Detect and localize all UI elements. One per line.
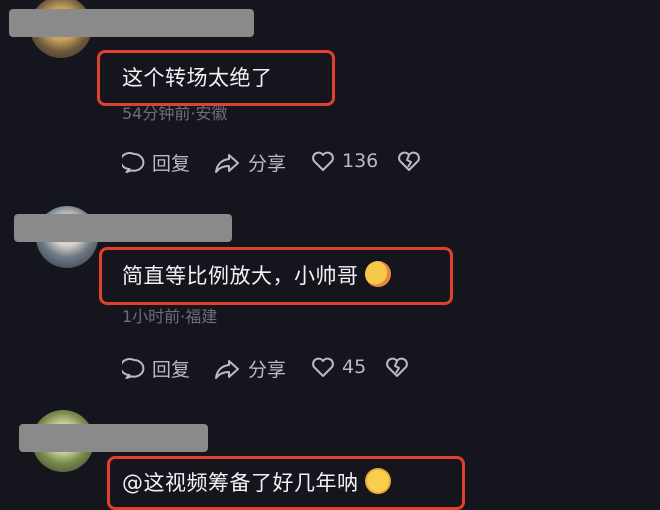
username-redacted <box>14 214 232 242</box>
username-redacted <box>19 424 208 452</box>
reply-button[interactable]: 回复 <box>122 355 190 382</box>
comment-text-content: 简直等比例放大，小帅哥 <box>122 264 359 288</box>
reply-icon <box>122 357 145 379</box>
dislike-button[interactable] <box>396 149 428 173</box>
broken-heart-icon <box>398 151 420 171</box>
comment-meta: 1小时前·福建 <box>122 307 218 326</box>
share-label: 分享 <box>248 153 287 175</box>
hug-face-emoji <box>364 261 391 287</box>
reply-button[interactable]: 回复 <box>122 149 190 176</box>
comment-meta: 54分钟前·安徽 <box>122 104 228 123</box>
comment-text: 简直等比例放大，小帅哥 <box>122 260 391 290</box>
comment-text-content: @这视频筹备了好几年呐 <box>122 471 359 495</box>
heart-icon <box>312 151 334 171</box>
broken-heart-icon <box>386 357 408 377</box>
comment-text: @这视频筹备了好几年呐 <box>122 467 391 497</box>
dislike-button[interactable] <box>384 355 416 379</box>
like-button[interactable]: 45 <box>310 355 366 379</box>
like-count: 45 <box>342 356 367 378</box>
username-redacted <box>9 9 254 37</box>
share-label: 分享 <box>248 359 287 381</box>
reply-label: 回复 <box>152 153 191 175</box>
reply-label: 回复 <box>152 359 191 381</box>
share-icon <box>215 153 239 173</box>
share-button[interactable]: 分享 <box>214 355 286 382</box>
reply-icon <box>122 151 145 173</box>
like-button[interactable]: 136 <box>310 149 378 173</box>
comment-text: 这个转场太绝了 <box>122 66 273 90</box>
heart-icon <box>312 357 334 377</box>
share-button[interactable]: 分享 <box>214 149 286 176</box>
laughing-tears-emoji <box>364 468 391 494</box>
share-icon <box>215 359 239 379</box>
like-count: 136 <box>342 150 379 172</box>
